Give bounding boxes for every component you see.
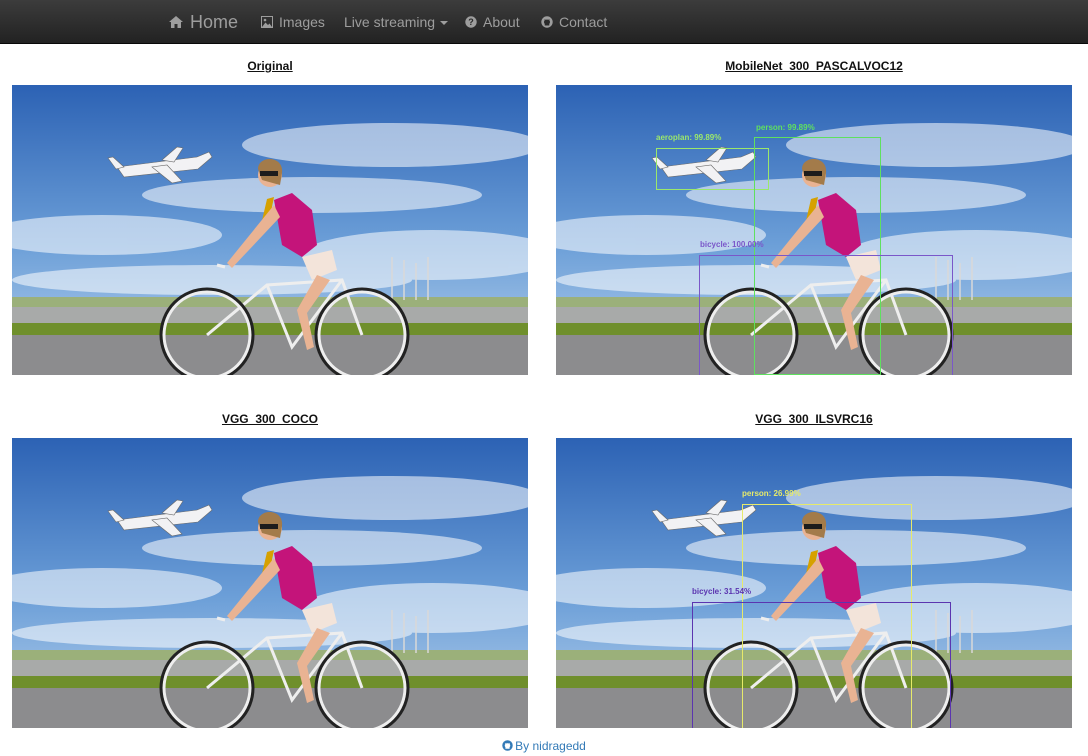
detection-label-person: person: 26.99% — [742, 489, 801, 498]
panel-title-mobilenet: MobileNet_300_PASCALVOC12 — [725, 59, 903, 73]
photo-mobilenet: aeroplan: 99.89% person: 99.89% bicycle:… — [556, 85, 1072, 375]
svg-text:?: ? — [468, 17, 474, 27]
nav-images-label: Images — [279, 14, 325, 30]
detection-label-bicycle: bicycle: 31.54% — [692, 587, 752, 596]
nav-about-label: About — [483, 14, 520, 30]
detection-label-person: person: 99.89% — [756, 123, 815, 132]
detection-box-bicycle — [692, 602, 951, 728]
github-icon — [541, 16, 553, 28]
question-circle-icon: ? — [465, 16, 477, 28]
nav-live-streaming-dropdown[interactable]: Live streaming — [344, 0, 449, 44]
detection-label-aeroplane: aeroplan: 99.89% — [656, 133, 722, 142]
nav-contact-label: Contact — [559, 14, 608, 30]
home-icon — [169, 16, 183, 28]
detection-label-bicycle: bicycle: 100.00% — [700, 240, 764, 249]
scene-image — [12, 85, 528, 375]
detection-box-bicycle — [699, 255, 953, 375]
footer: By nidragedd — [0, 738, 1088, 756]
nav-home[interactable]: Home — [168, 0, 238, 44]
photo-original — [12, 85, 528, 375]
navbar: Home Images Live streaming ? About Conta… — [0, 0, 1088, 44]
nav-live-streaming-label: Live streaming — [344, 14, 436, 30]
image-icon — [261, 16, 273, 28]
photo-vgg-coco — [12, 438, 528, 728]
nav-contact[interactable]: Contact — [541, 0, 607, 44]
nav-images[interactable]: Images — [261, 0, 325, 44]
nav-home-label: Home — [190, 11, 239, 32]
nav-about[interactable]: ? About — [465, 0, 520, 44]
panel-title-vgg-coco: VGG_300_COCO — [221, 412, 319, 426]
github-icon — [502, 740, 513, 751]
panel-title-vgg-ilsvrc: VGG_300_ILSVRC16 — [755, 412, 873, 426]
footer-credit-link[interactable]: By nidragedd — [502, 739, 586, 753]
caret-down-icon — [440, 21, 449, 25]
scene-image — [12, 438, 528, 728]
footer-credit-text: By nidragedd — [515, 738, 586, 753]
photo-vgg-ilsvrc: person: 26.99% bicycle: 31.54% — [556, 438, 1072, 728]
panel-title-original: Original — [247, 59, 293, 73]
detection-box-aeroplane — [656, 148, 769, 190]
